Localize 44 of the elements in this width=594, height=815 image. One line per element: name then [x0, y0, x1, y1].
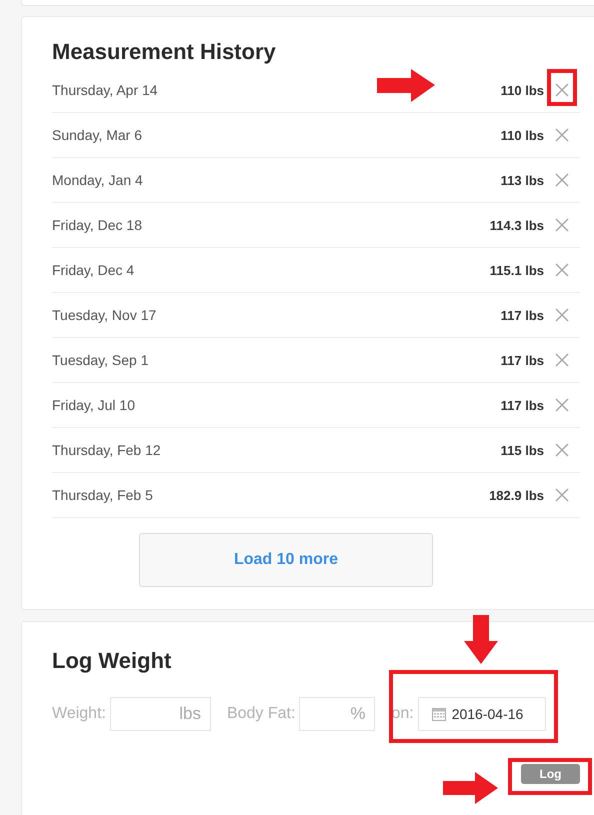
input-field[interactable]: lbs	[110, 697, 211, 731]
input-field[interactable]: %	[299, 697, 376, 731]
date-text: Sunday, Mar 6	[52, 127, 144, 143]
log-button[interactable]: Log	[521, 764, 580, 784]
close-icon[interactable]	[555, 398, 569, 412]
section-title: Log Weight	[52, 648, 172, 674]
annotation-arrow	[464, 615, 498, 664]
date-text: Monday, Jan 4	[52, 172, 144, 188]
field-label: Weight:	[52, 705, 106, 723]
weight-value: 115 lbs	[500, 442, 544, 458]
close-icon[interactable]	[555, 353, 569, 367]
weight-value: 117 lbs	[500, 398, 544, 412]
annotation-arrow	[443, 772, 498, 804]
section-title: Measurement History	[52, 39, 277, 65]
close-icon[interactable]	[555, 83, 569, 97]
close-icon[interactable]	[555, 128, 569, 142]
date-text: Friday, Jul 10	[52, 397, 136, 413]
weight-value: 114.3 lbs	[490, 218, 544, 232]
date-text: Tuesday, Nov 17	[52, 307, 158, 323]
weight-value: 182.9 lbs	[489, 488, 544, 502]
date-text: Thursday, Apr 14	[52, 82, 159, 98]
field-label: Body Fat:	[226, 705, 296, 723]
close-icon[interactable]	[555, 488, 569, 502]
date-text: Friday, Dec 4	[52, 262, 136, 278]
close-icon[interactable]	[555, 443, 569, 457]
date-text: Thursday, Feb 5	[52, 487, 154, 503]
annotation-arrow	[377, 69, 435, 102]
weight-value: 115.1 lbs	[490, 262, 544, 278]
close-icon[interactable]	[555, 173, 569, 187]
date-text: Thursday, Feb 12	[52, 442, 162, 458]
date-text: Tuesday, Sep 1	[52, 352, 150, 368]
weight-value: 110 lbs	[500, 82, 544, 98]
date-field[interactable]: 2016-04-16	[418, 697, 546, 731]
close-icon[interactable]	[555, 218, 569, 232]
highlight-box	[547, 69, 577, 106]
close-icon[interactable]	[555, 263, 569, 277]
close-icon[interactable]	[555, 308, 569, 322]
calendar-icon	[432, 707, 446, 721]
weight-value: 113 lbs	[500, 172, 544, 188]
load-more-button[interactable]: Load 10 more	[139, 533, 433, 587]
date-text: Friday, Dec 18	[52, 217, 143, 233]
weight-value: 117 lbs	[500, 352, 544, 368]
weight-value: 110 lbs	[500, 128, 544, 142]
weight-value: 117 lbs	[500, 308, 544, 322]
